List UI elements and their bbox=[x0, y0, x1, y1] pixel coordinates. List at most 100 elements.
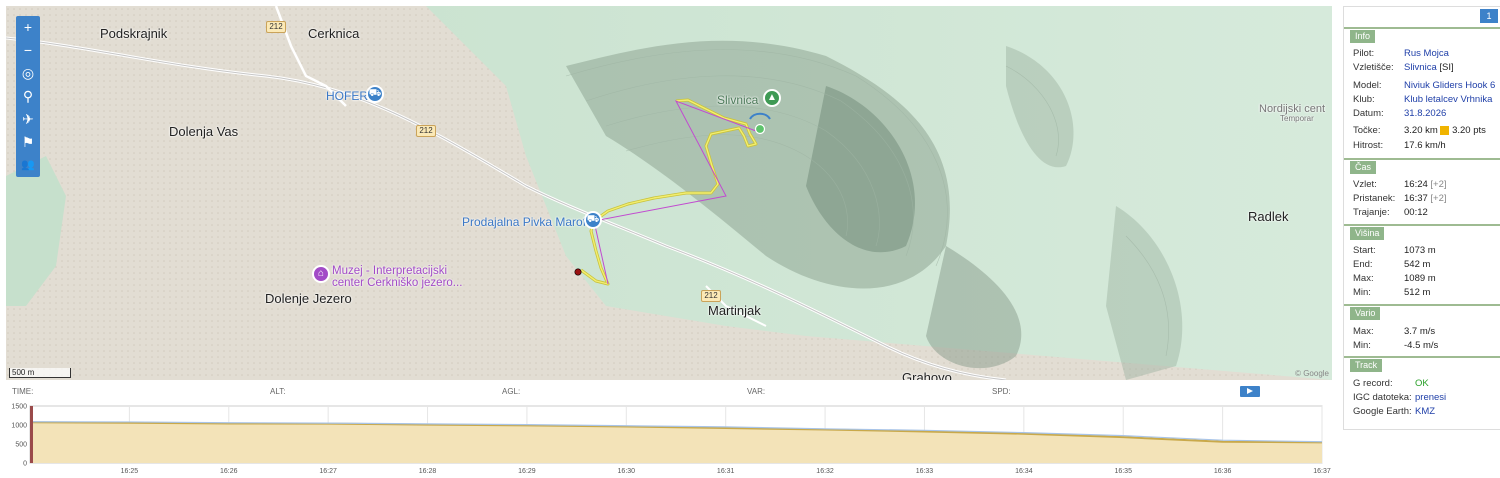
grecord-value: OK bbox=[1415, 378, 1429, 389]
altitude-chart[interactable]: TIME: ALT: AGL: VAR: SPD: 1500 1000 500 0 16… bbox=[6, 383, 1332, 478]
zoom-out-icon[interactable]: − bbox=[16, 39, 40, 62]
landing-value: 16:37 bbox=[1404, 193, 1428, 204]
site-country: [SI] bbox=[1436, 62, 1454, 73]
label: Max: bbox=[1353, 273, 1374, 284]
label: Vzletišče: bbox=[1353, 62, 1394, 73]
timezone: [+2] bbox=[1430, 179, 1447, 190]
y-tick-label: 1500 bbox=[11, 404, 27, 411]
trophy-icon bbox=[1440, 125, 1450, 135]
museum-icon[interactable]: ⌂ bbox=[312, 265, 330, 283]
x-tick-label: 16:36 bbox=[1214, 468, 1232, 475]
road-badge: 212 bbox=[701, 290, 721, 302]
place-dolenja-vas: Dolenja Vas bbox=[169, 124, 239, 139]
site-link[interactable]: Slivnica bbox=[1404, 62, 1437, 73]
shop-icon[interactable]: ⛟ bbox=[366, 85, 384, 103]
distance-value: 3.20 km bbox=[1404, 125, 1438, 136]
x-tick-label: 16:31 bbox=[717, 468, 735, 475]
igc-download-link[interactable]: prenesi bbox=[1415, 391, 1446, 405]
x-tick-label: 16:37 bbox=[1313, 468, 1331, 475]
x-tick-label: 16:25 bbox=[121, 468, 139, 475]
label: Datum: bbox=[1353, 108, 1384, 119]
alt-max-value: 1089 m bbox=[1404, 273, 1436, 284]
plane-icon[interactable]: ✈ bbox=[16, 108, 40, 131]
label: Start: bbox=[1353, 245, 1376, 256]
timezone: [+2] bbox=[1430, 193, 1447, 204]
x-tick-label: 16:29 bbox=[518, 468, 536, 475]
shop-icon[interactable]: ⛟ bbox=[584, 211, 602, 229]
pin-icon[interactable]: ⚲ bbox=[16, 85, 40, 108]
zoom-in-icon[interactable]: + bbox=[16, 16, 40, 39]
label: End: bbox=[1353, 259, 1373, 270]
label: IGC datoteka: bbox=[1353, 392, 1412, 403]
x-tick-label: 16:34 bbox=[1015, 468, 1033, 475]
time-cursor[interactable] bbox=[30, 406, 33, 463]
section-time: Čas Vzlet: 16:24 [+2] Pristanek: 16:37 [+2… bbox=[1344, 158, 1500, 222]
section-title: Višina bbox=[1350, 227, 1385, 240]
target-icon[interactable]: ◎ bbox=[16, 62, 40, 85]
club-link[interactable]: Klub letalcev Vrhnika bbox=[1404, 93, 1492, 107]
road-badge: 212 bbox=[266, 21, 286, 33]
poi-muzej-line1[interactable]: Muzej - Interpretacijski bbox=[332, 265, 447, 277]
x-tick-label: 16:30 bbox=[618, 468, 636, 475]
section-altitude: Višina Start: 1073 m End: 542 m Max: 1089 m… bbox=[1344, 224, 1500, 302]
label: Max: bbox=[1353, 326, 1374, 337]
label: Min: bbox=[1353, 287, 1371, 298]
kmz-download-link[interactable]: KMZ bbox=[1415, 405, 1435, 419]
x-tick-label: 16:27 bbox=[319, 468, 337, 475]
page-button[interactable]: 1 bbox=[1480, 9, 1498, 23]
label: Pristanek: bbox=[1353, 193, 1396, 204]
x-tick-label: 16:26 bbox=[220, 468, 238, 475]
section-title: Čas bbox=[1350, 161, 1377, 174]
duration-value: 00:12 bbox=[1404, 207, 1428, 218]
vario-max-value: 3.7 m/s bbox=[1404, 326, 1436, 337]
points-value: 3.20 pts bbox=[1452, 125, 1486, 136]
poi-hofer[interactable]: HOFER bbox=[326, 89, 368, 103]
mountain-icon[interactable]: ▲ bbox=[763, 89, 781, 107]
label: Trajanje: bbox=[1353, 207, 1390, 218]
place-temporary: Temporar bbox=[1280, 114, 1314, 123]
place-radlek: Radlek bbox=[1248, 209, 1289, 224]
date-link[interactable]: 31.8.2026 bbox=[1404, 107, 1446, 121]
y-tick-label: 1000 bbox=[11, 423, 27, 430]
place-martinjak: Martinjak bbox=[708, 303, 761, 318]
flight-info-panel: 1 Info Pilot: Rus Mojca Vzletišče: Slivnic… bbox=[1343, 6, 1500, 430]
label: Min: bbox=[1353, 340, 1371, 351]
section-title: Track bbox=[1350, 359, 1383, 372]
map-toolbar: + − ◎ ⚲ ✈ ⚑ 👥 bbox=[16, 16, 40, 177]
label: Vzlet: bbox=[1353, 179, 1377, 190]
flag-icon[interactable]: ⚑ bbox=[16, 131, 40, 154]
label: Klub: bbox=[1353, 94, 1375, 105]
x-tick-label: 16:35 bbox=[1114, 468, 1132, 475]
vario-min-value: -4.5 m/s bbox=[1404, 340, 1439, 351]
group-icon[interactable]: 👥 bbox=[16, 154, 40, 177]
label: Google Earth: bbox=[1353, 406, 1412, 417]
altitude-plot[interactable]: 1500 1000 500 0 16:25 16:26 16:27 16:28 16:29 16:… bbox=[6, 383, 1332, 478]
poi-prodajalna[interactable]: Prodajalna Pivka Marof bbox=[462, 215, 586, 229]
y-tick-label: 0 bbox=[23, 461, 27, 468]
label: Hitrost: bbox=[1353, 140, 1384, 151]
map-background bbox=[6, 6, 1332, 380]
place-grahovo: Grahovo bbox=[902, 370, 952, 380]
x-tick-label: 16:32 bbox=[816, 468, 834, 475]
alt-start-value: 1073 m bbox=[1404, 245, 1436, 256]
pilot-link[interactable]: Rus Mojca bbox=[1404, 47, 1449, 61]
road-badge: 212 bbox=[416, 125, 436, 137]
poi-muzej-line2[interactable]: center Cerkniško jezero... bbox=[332, 277, 462, 289]
section-title: Info bbox=[1350, 30, 1376, 43]
takeoff-value: 16:24 bbox=[1404, 179, 1428, 190]
label: Model: bbox=[1353, 80, 1382, 91]
label: Točke: bbox=[1353, 125, 1381, 136]
section-vario: Vario Max: 3.7 m/s Min: -4.5 m/s bbox=[1344, 304, 1500, 354]
section-info: Info Pilot: Rus Mojca Vzletišče: Slivnica … bbox=[1344, 27, 1500, 155]
x-tick-label: 16:28 bbox=[419, 468, 437, 475]
alt-min-value: 512 m bbox=[1404, 287, 1431, 298]
place-cerknica: Cerknica bbox=[308, 26, 360, 41]
alt-end-value: 542 m bbox=[1404, 259, 1431, 270]
glider-link[interactable]: Niviuk Gliders Hook 6 bbox=[1404, 79, 1495, 93]
map[interactable]: + − ◎ ⚲ ✈ ⚑ 👥 Podskrajnik Cerknica 212 H… bbox=[6, 6, 1332, 380]
speed-value: 17.6 km/h bbox=[1404, 140, 1446, 151]
scale-bar: 500 m bbox=[9, 368, 71, 378]
place-dolenje-jezero: Dolenje Jezero bbox=[265, 291, 352, 306]
x-tick-label: 16:33 bbox=[916, 468, 934, 475]
landing-marker[interactable] bbox=[574, 268, 582, 276]
